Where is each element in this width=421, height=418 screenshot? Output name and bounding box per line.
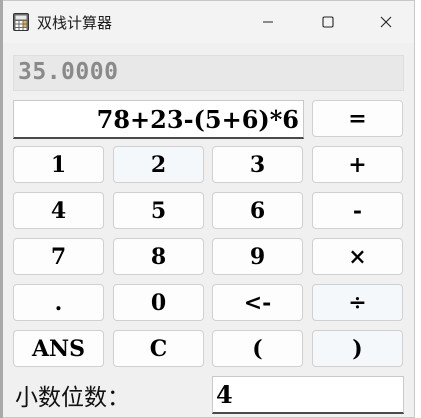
maximize-icon: [322, 16, 334, 28]
digit-3-button[interactable]: 3: [212, 146, 303, 183]
decimal-places-input[interactable]: 4: [212, 376, 404, 414]
digit-7-button[interactable]: 7: [13, 238, 104, 275]
decimal-places-label: 小数位数：: [15, 385, 130, 411]
digit-4-button[interactable]: 4: [13, 192, 104, 229]
divide-button[interactable]: ÷: [312, 284, 403, 321]
multiply-button[interactable]: ×: [312, 238, 403, 275]
plus-button[interactable]: +: [312, 146, 403, 183]
equals-button[interactable]: =: [312, 100, 403, 137]
digit-8-button[interactable]: 8: [113, 238, 204, 275]
digit-0-button[interactable]: 0: [113, 284, 204, 321]
backspace-button[interactable]: <-: [212, 284, 303, 321]
decimal-places-value: 4: [216, 380, 233, 409]
minimize-button[interactable]: [239, 1, 297, 43]
result-value: 35.0000: [18, 59, 119, 85]
window-title: 双栈计算器: [37, 14, 113, 32]
title-bar: 双栈计算器: [1, 1, 414, 43]
calculator-icon: [13, 13, 29, 31]
maximize-button[interactable]: [299, 1, 357, 43]
ans-button[interactable]: ANS: [13, 330, 104, 367]
left-paren-button[interactable]: (: [212, 330, 303, 367]
minimize-icon: [263, 21, 273, 23]
calculator-window: 双栈计算器 35.0000 78+23-(5+6)*6 = 1 2 3 + 4 …: [0, 0, 415, 418]
close-button[interactable]: [357, 1, 415, 43]
clear-button[interactable]: C: [113, 330, 204, 367]
digit-6-button[interactable]: 6: [212, 192, 303, 229]
digit-9-button[interactable]: 9: [212, 238, 303, 275]
digit-5-button[interactable]: 5: [113, 192, 204, 229]
digit-1-button[interactable]: 1: [13, 146, 104, 183]
decimal-point-button[interactable]: .: [13, 284, 104, 321]
background-right-edge: [415, 0, 421, 418]
result-display: 35.0000: [13, 55, 404, 91]
minus-button[interactable]: -: [312, 192, 403, 229]
close-icon: [380, 16, 392, 28]
right-paren-button[interactable]: ): [312, 330, 403, 367]
expression-input[interactable]: 78+23-(5+6)*6: [13, 100, 304, 139]
expression-value: 78+23-(5+6)*6: [96, 105, 299, 134]
digit-2-button[interactable]: 2: [113, 146, 204, 183]
background-left-edge: [0, 0, 3, 418]
